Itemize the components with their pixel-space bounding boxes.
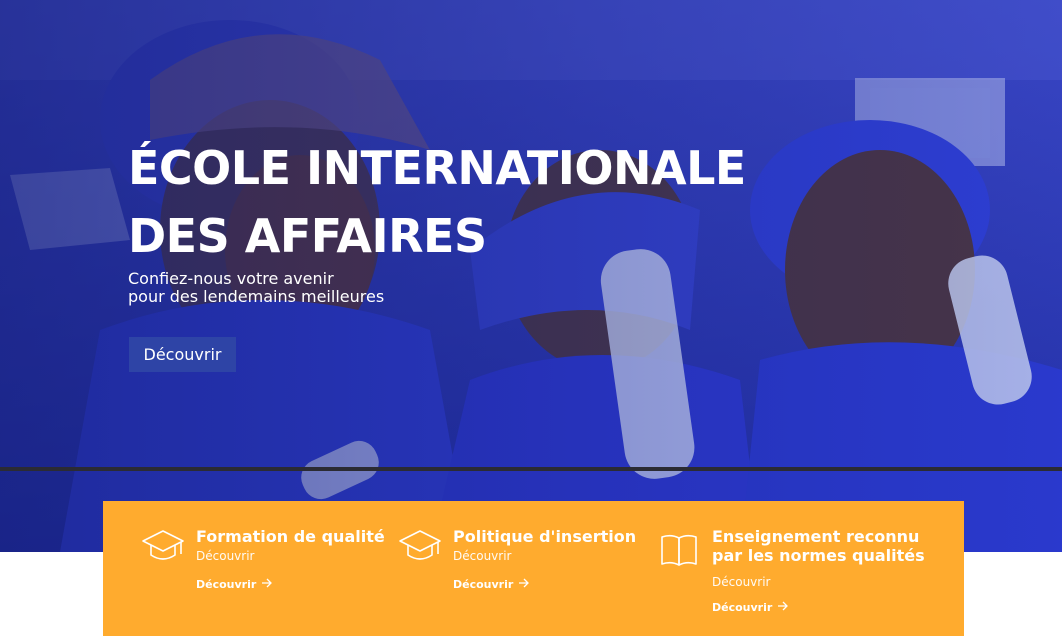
hero-title-line-1: ÉCOLE INTERNATIONALE [128,141,746,195]
feature-subtitle: Découvrir [196,549,255,563]
feature-title-line-1: Politique d'insertion [453,527,637,546]
feature-title: Enseignement reconnu par les normes qual… [712,527,925,565]
feature-title: Politique d'insertion [453,527,636,546]
hero-title-line-2: DES AFFAIRES [128,209,487,263]
feature-title: Formation de qualité [196,527,385,546]
discover-button[interactable]: Découvrir [129,337,236,372]
feature-subtitle: Découvrir [712,575,771,589]
hero-subtitle-line-2: pour des lendemains meilleures [128,287,385,306]
arrow-right-icon [518,578,530,592]
arrow-right-icon [777,601,789,615]
feature-link-label: Découvrir [712,601,773,614]
hero-title: ÉCOLE INTERNATIONALE DES AFFAIRES [128,134,888,270]
features-band: Formation de qualité Découvrir Découvrir… [103,501,964,636]
feature-discover-link[interactable]: Découvrir [712,601,789,615]
arrow-right-icon [261,578,273,592]
hero-subtitle: Confiez-nous votre avenir pour des lende… [128,270,528,306]
feature-link-label: Découvrir [453,578,514,591]
feature-card-insertion: Politique d'insertion Découvrir Découvri… [398,501,653,636]
open-book-icon [661,534,697,566]
hero-subtitle-line-1: Confiez-nous votre avenir [128,269,334,288]
hero-divider [0,467,1062,471]
feature-card-enseignement: Enseignement reconnu par les normes qual… [659,501,949,636]
feature-subtitle: Découvrir [453,549,512,563]
feature-discover-link[interactable]: Découvrir [196,578,273,592]
feature-title-line-1: Formation de qualité [196,527,385,546]
hero-section: ÉCOLE INTERNATIONALE DES AFFAIRES Confie… [0,0,1062,552]
feature-title-line-1: Enseignement reconnu [712,527,920,546]
feature-card-formation: Formation de qualité Découvrir Découvrir [141,501,391,636]
feature-discover-link[interactable]: Découvrir [453,578,530,592]
graduation-cap-icon [399,530,441,560]
graduation-cap-icon [142,530,184,560]
feature-title-line-2: par les normes qualités [712,546,925,565]
feature-link-label: Découvrir [196,578,257,591]
